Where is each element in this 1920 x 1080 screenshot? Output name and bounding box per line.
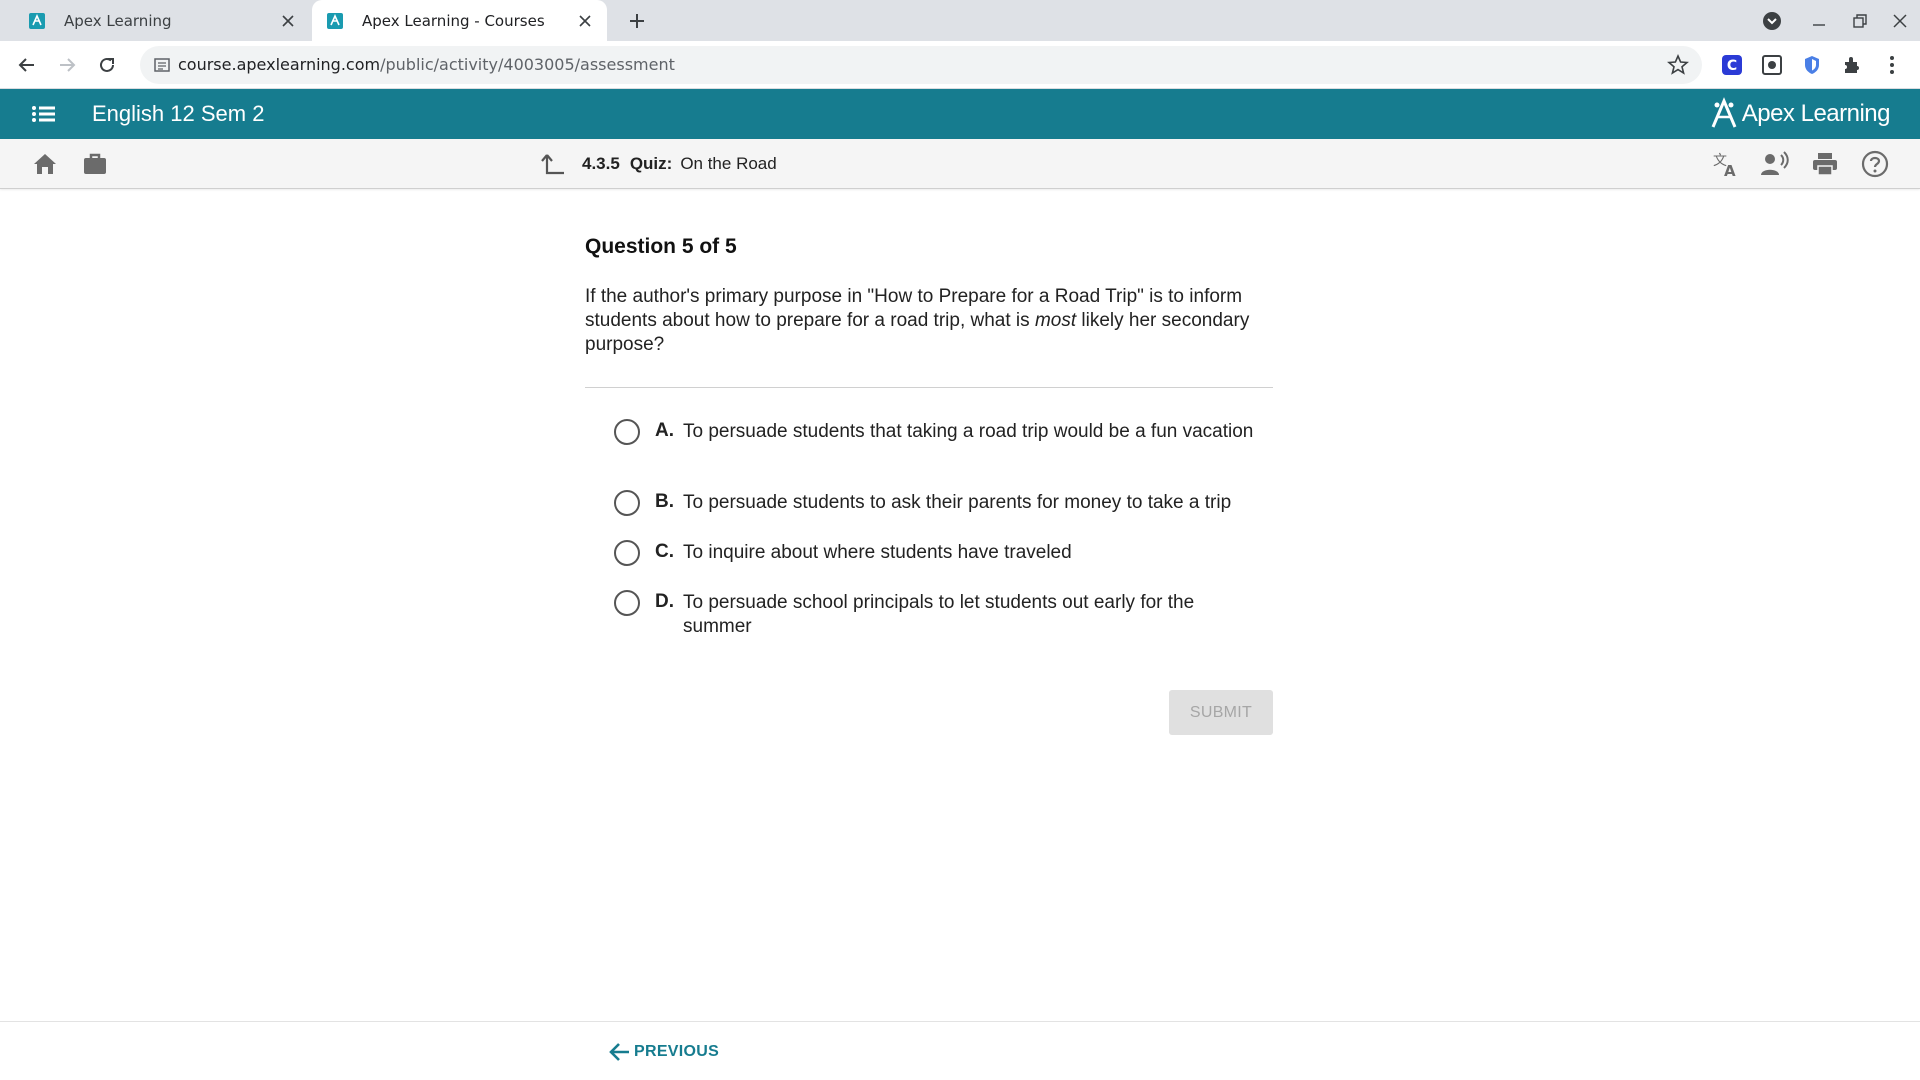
app-header: English 12 Sem 2 Apex Learning bbox=[0, 89, 1920, 139]
previous-label: PREVIOUS bbox=[634, 1043, 720, 1060]
new-tab-button[interactable] bbox=[622, 6, 652, 36]
previous-button[interactable]: PREVIOUS bbox=[608, 1040, 719, 1064]
breadcrumb: 4.3.5 Quiz: On the Road bbox=[540, 151, 777, 177]
activity-kind: Quiz: bbox=[629, 154, 673, 173]
browser-tab-apex-learning[interactable]: Apex Learning bbox=[10, 0, 310, 41]
bookmark-star-icon[interactable] bbox=[1666, 53, 1690, 77]
back-icon[interactable] bbox=[10, 48, 44, 82]
url-text: course.apexlearning.com/public/activity/… bbox=[178, 55, 675, 74]
restore-window-icon[interactable] bbox=[1840, 0, 1880, 41]
apex-learning-logo: Apex Learning bbox=[1710, 97, 1891, 131]
question-area: Question 5 of 5 If the author's primary … bbox=[585, 235, 1273, 388]
answer-option-d[interactable]: D. To persuade school principals to let … bbox=[614, 590, 1263, 639]
option-letter: C. bbox=[655, 541, 674, 562]
submit-button[interactable]: SUBMIT bbox=[1169, 690, 1273, 735]
tab-title: Apex Learning bbox=[64, 11, 172, 30]
briefcase-icon[interactable] bbox=[80, 149, 110, 179]
course-title: English 12 Sem 2 bbox=[92, 101, 265, 126]
option-text: To inquire about where students have tra… bbox=[683, 542, 1072, 563]
footer-nav: PREVIOUS bbox=[0, 1021, 1920, 1080]
menu-list-icon[interactable] bbox=[30, 101, 58, 127]
activity-toolbar: 4.3.5 Quiz: On the Road 文A bbox=[0, 139, 1920, 189]
forward-icon[interactable] bbox=[50, 48, 84, 82]
option-text: To persuade students to ask their parent… bbox=[683, 492, 1232, 513]
reload-icon[interactable] bbox=[90, 48, 124, 82]
up-level-icon[interactable] bbox=[540, 151, 566, 177]
close-tab-icon[interactable] bbox=[274, 7, 302, 35]
extension-shield-icon[interactable] bbox=[1800, 53, 1824, 77]
question-divider bbox=[585, 387, 1273, 388]
apex-favicon-icon bbox=[29, 12, 45, 29]
activity-number: 4.3.5 bbox=[582, 154, 620, 173]
browser-tabstrip: Apex Learning Apex Learning - Courses bbox=[0, 0, 1920, 41]
minimize-window-icon[interactable] bbox=[1799, 0, 1839, 41]
browser-tab-apex-courses[interactable]: Apex Learning - Courses bbox=[312, 0, 607, 41]
question-text: If the author's primary purpose in "How … bbox=[585, 285, 1275, 357]
close-window-icon[interactable] bbox=[1880, 0, 1920, 41]
apex-favicon-icon bbox=[327, 12, 343, 29]
home-icon[interactable] bbox=[30, 149, 60, 179]
url-domain: course.apexlearning.com bbox=[178, 55, 381, 74]
radio-button[interactable] bbox=[614, 490, 640, 516]
tab-search-icon[interactable] bbox=[1752, 0, 1792, 41]
extension-c-icon[interactable]: C bbox=[1720, 53, 1744, 77]
url-path: /public/activity/4003005/assessment bbox=[380, 55, 675, 74]
apex-logo-icon bbox=[1711, 97, 1737, 128]
question-text-emphasis: most bbox=[1034, 310, 1077, 331]
extensions-puzzle-icon[interactable] bbox=[1840, 53, 1864, 77]
answer-option-c[interactable]: C. To inquire about where students have … bbox=[614, 540, 1263, 566]
option-text: To persuade school principals to let stu… bbox=[683, 592, 1195, 637]
activity-title: On the Road bbox=[680, 154, 777, 173]
browser-toolbar: course.apexlearning.com/public/activity/… bbox=[0, 41, 1920, 89]
answer-option-a[interactable]: A. To persuade students that taking a ro… bbox=[614, 419, 1263, 445]
option-letter: D. bbox=[655, 591, 674, 612]
radio-button[interactable] bbox=[614, 540, 640, 566]
brand-name: Apex Learning bbox=[1741, 100, 1891, 127]
translate-icon[interactable]: 文A bbox=[1710, 149, 1740, 179]
option-letter: B. bbox=[655, 491, 674, 512]
read-aloud-icon[interactable] bbox=[1760, 149, 1790, 179]
print-icon[interactable] bbox=[1810, 149, 1840, 179]
site-info-icon[interactable] bbox=[152, 55, 172, 75]
tab-title: Apex Learning - Courses bbox=[362, 11, 545, 30]
close-tab-icon[interactable] bbox=[571, 7, 599, 35]
svg-text:A: A bbox=[1724, 162, 1736, 178]
help-icon[interactable] bbox=[1860, 149, 1890, 179]
radio-button[interactable] bbox=[614, 590, 640, 616]
radio-button[interactable] bbox=[614, 419, 640, 445]
option-letter: A. bbox=[655, 420, 674, 441]
svg-text:C: C bbox=[1727, 58, 1737, 74]
question-heading: Question 5 of 5 bbox=[585, 235, 737, 258]
arrow-left-icon bbox=[609, 1043, 629, 1061]
answer-option-b[interactable]: B. To persuade students to ask their par… bbox=[614, 490, 1263, 516]
extension-screen-icon[interactable] bbox=[1760, 53, 1784, 77]
browser-menu-icon[interactable] bbox=[1880, 53, 1904, 77]
address-bar[interactable]: course.apexlearning.com/public/activity/… bbox=[140, 46, 1702, 84]
option-text: To persuade students that taking a road … bbox=[683, 421, 1254, 442]
